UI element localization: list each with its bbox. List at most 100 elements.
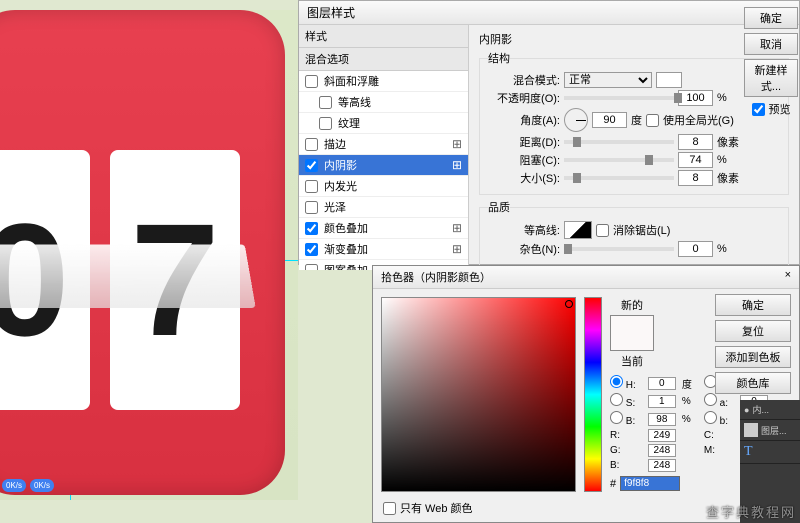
shadow-color-swatch[interactable] bbox=[656, 72, 682, 88]
dialog-button-column: 确定 取消 新建样式... 预览 bbox=[742, 1, 800, 125]
cp-color-libs-button[interactable]: 颜色库 bbox=[715, 372, 791, 394]
style-checkbox[interactable] bbox=[305, 159, 318, 172]
style-row-渐变叠加[interactable]: 渐变叠加⊞ bbox=[299, 239, 468, 260]
new-color-swatch bbox=[610, 315, 654, 351]
preview-checkbox[interactable] bbox=[752, 103, 765, 116]
opacity-slider[interactable] bbox=[564, 96, 674, 100]
antialias-checkbox[interactable] bbox=[596, 224, 609, 237]
plus-icon[interactable]: ⊞ bbox=[452, 242, 462, 256]
style-checkbox[interactable] bbox=[305, 138, 318, 151]
preview-label: 预览 bbox=[769, 101, 791, 117]
noise-input[interactable] bbox=[678, 241, 713, 257]
angle-label: 角度(A): bbox=[488, 112, 560, 128]
s-radio[interactable] bbox=[610, 393, 623, 406]
style-row-斜面和浮雕[interactable]: 斜面和浮雕 bbox=[299, 71, 468, 92]
cp-ok-button[interactable]: 确定 bbox=[715, 294, 791, 316]
style-label: 光泽 bbox=[324, 199, 346, 215]
noise-slider[interactable] bbox=[564, 247, 674, 251]
noise-unit: % bbox=[717, 243, 727, 255]
quality-legend: 品质 bbox=[488, 199, 510, 215]
size-unit: 像素 bbox=[717, 170, 739, 186]
g-input[interactable] bbox=[648, 444, 676, 457]
plus-icon[interactable]: ⊞ bbox=[452, 221, 462, 235]
style-label: 描边 bbox=[324, 136, 346, 152]
style-label: 内发光 bbox=[324, 178, 357, 194]
style-label: 纹理 bbox=[338, 115, 360, 131]
blend-mode-label: 混合模式: bbox=[488, 72, 560, 88]
size-label: 大小(S): bbox=[488, 170, 560, 186]
style-checkbox[interactable] bbox=[305, 264, 318, 271]
r-input[interactable] bbox=[648, 429, 676, 442]
style-checkbox[interactable] bbox=[305, 201, 318, 214]
hue-slider[interactable] bbox=[584, 297, 602, 492]
style-row-纹理[interactable]: 纹理 bbox=[299, 113, 468, 134]
color-field[interactable] bbox=[381, 297, 576, 492]
quality-group: 品质 等高线: 消除锯齿(L) 杂色(N): % bbox=[479, 199, 789, 266]
h-radio[interactable] bbox=[610, 375, 623, 388]
style-label: 颜色叠加 bbox=[324, 220, 368, 236]
blue-input[interactable] bbox=[648, 459, 676, 472]
ok-button[interactable]: 确定 bbox=[744, 7, 798, 29]
current-color-label: 当前 bbox=[621, 353, 643, 369]
style-row-颜色叠加[interactable]: 颜色叠加 ⊞ bbox=[299, 218, 468, 239]
opacity-input[interactable] bbox=[678, 90, 713, 106]
web-only-checkbox[interactable] bbox=[383, 502, 396, 515]
style-row-光泽[interactable]: 光泽 bbox=[299, 197, 468, 218]
layer-item[interactable]: T bbox=[740, 441, 800, 464]
color-picker-dialog: 拾色器（内阴影颜色） × 新的 当前 H:度 L: S:% a: B:% b: … bbox=[372, 265, 800, 523]
angle-input[interactable] bbox=[592, 112, 627, 128]
color-cursor bbox=[565, 300, 573, 308]
cp-add-swatch-button[interactable]: 添加到色板 bbox=[715, 346, 791, 368]
distance-input[interactable] bbox=[678, 134, 713, 150]
choke-input[interactable] bbox=[678, 152, 713, 168]
style-label: 斜面和浮雕 bbox=[324, 73, 379, 89]
new-color-label: 新的 bbox=[621, 297, 643, 313]
b-radio[interactable] bbox=[610, 411, 623, 424]
style-checkbox[interactable] bbox=[305, 180, 318, 193]
b-input[interactable] bbox=[648, 413, 676, 426]
style-list-sidebar: 样式 混合选项 斜面和浮雕等高线纹理描边⊞内阴影⊞内发光光泽颜色叠加⊞渐变叠加⊞… bbox=[299, 25, 469, 270]
cp-cancel-button[interactable]: 复位 bbox=[715, 320, 791, 342]
angle-unit: 度 bbox=[631, 112, 642, 128]
style-row-内阴影[interactable]: 内阴影⊞ bbox=[299, 155, 468, 176]
choke-slider[interactable] bbox=[564, 158, 674, 162]
plus-icon[interactable]: ⊞ bbox=[452, 158, 462, 172]
layer-item[interactable]: ●内... bbox=[740, 400, 800, 420]
dialog-title: 图层样式 bbox=[299, 1, 799, 25]
bb-radio[interactable] bbox=[704, 411, 717, 424]
layer-item[interactable]: 图层... bbox=[740, 420, 800, 441]
net-badge-1: 0K/s bbox=[2, 479, 26, 492]
s-input[interactable] bbox=[648, 395, 676, 408]
structure-legend: 结构 bbox=[488, 50, 510, 66]
global-light-checkbox[interactable] bbox=[646, 114, 659, 127]
style-checkbox[interactable] bbox=[305, 75, 318, 88]
global-light-label: 使用全局光(G) bbox=[663, 112, 734, 128]
size-slider[interactable] bbox=[564, 176, 674, 180]
new-style-button[interactable]: 新建样式... bbox=[744, 59, 798, 97]
style-checkbox[interactable] bbox=[319, 117, 332, 130]
noise-label: 杂色(N): bbox=[488, 241, 560, 257]
effect-icon: ● bbox=[744, 405, 749, 415]
style-row-描边[interactable]: 描边 ⊞ bbox=[299, 134, 468, 155]
plus-icon[interactable]: ⊞ bbox=[452, 137, 462, 151]
cancel-button[interactable]: 取消 bbox=[744, 33, 798, 55]
choke-label: 阻塞(C): bbox=[488, 152, 560, 168]
blend-mode-select[interactable]: 正常 bbox=[564, 72, 652, 88]
style-checkbox[interactable] bbox=[305, 243, 318, 256]
style-checkbox[interactable] bbox=[319, 96, 332, 109]
hex-input[interactable] bbox=[620, 476, 680, 491]
style-label: 等高线 bbox=[338, 94, 371, 110]
style-checkbox[interactable] bbox=[305, 222, 318, 235]
watermark: 查字典教程网 bbox=[706, 502, 796, 521]
canvas-area: 0 7 0K/s 0K/s bbox=[0, 10, 298, 500]
h-input[interactable] bbox=[648, 377, 676, 390]
style-row-内发光[interactable]: 内发光 bbox=[299, 176, 468, 197]
distance-slider[interactable] bbox=[564, 140, 674, 144]
antialias-label: 消除锯齿(L) bbox=[613, 222, 670, 238]
sidebar-header-blend[interactable]: 混合选项 bbox=[299, 48, 468, 71]
angle-dial[interactable] bbox=[564, 108, 588, 132]
style-row-等高线[interactable]: 等高线 bbox=[299, 92, 468, 113]
close-icon[interactable]: × bbox=[785, 269, 791, 285]
size-input[interactable] bbox=[678, 170, 713, 186]
contour-thumbnail[interactable] bbox=[564, 221, 592, 239]
